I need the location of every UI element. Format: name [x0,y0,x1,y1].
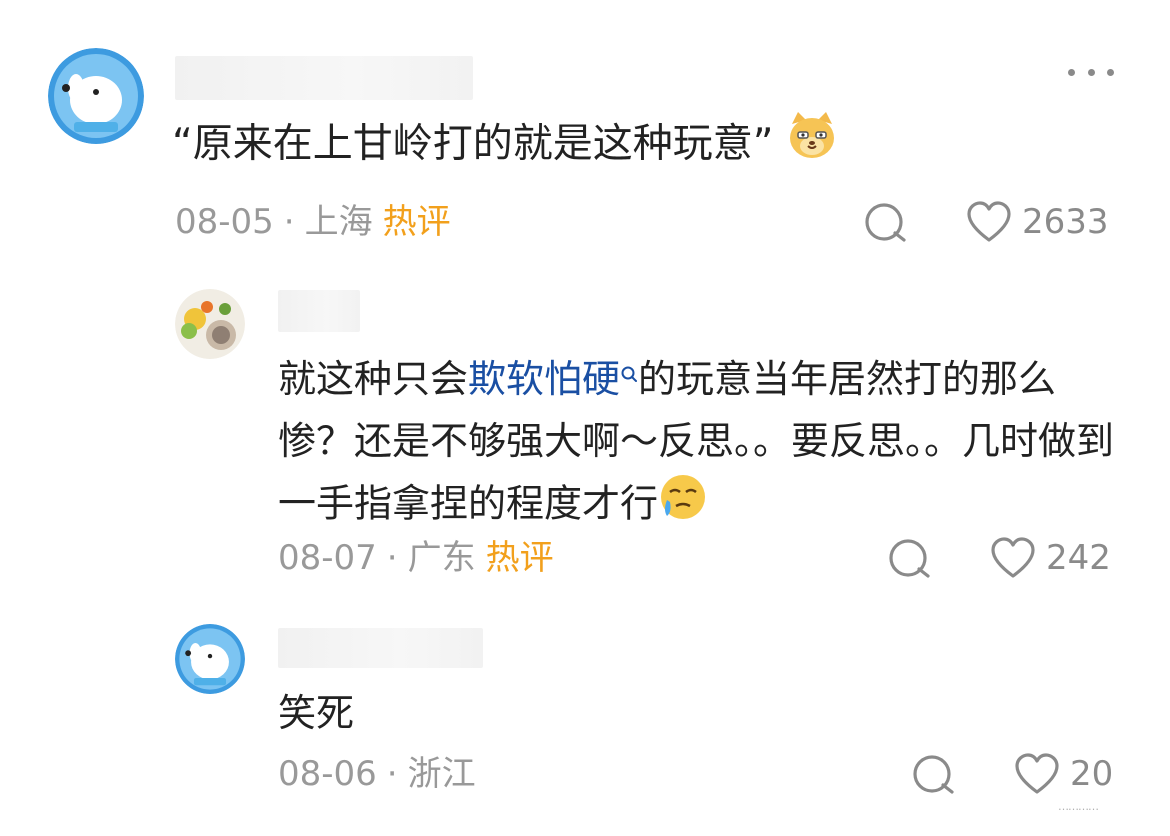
comment-location: 上海 [304,202,373,242]
reply-meta: 08-06 · 浙江 [278,752,476,796]
user-avatar[interactable] [48,48,144,144]
comment-bubble-icon[interactable] [862,200,908,246]
crying-face-emoji-icon [658,472,708,540]
reply-date: 08-06 [278,754,377,794]
hot-comment-badge: 热评 [485,538,554,578]
reply-username-redacted[interactable] [278,290,360,332]
username-redacted[interactable] [175,56,473,100]
reply-body-start: 就这种只会 [278,357,469,401]
meta-separator: · [386,538,398,578]
reply-text: 笑死 [278,691,355,735]
reply-avatar[interactable] [175,624,245,694]
reply-date: 08-07 [278,538,377,578]
heart-outline-icon[interactable] [1014,752,1060,798]
more-dots-icon[interactable] [1068,62,1114,82]
comment-bubble-icon[interactable] [910,752,956,798]
heart-outline-icon[interactable] [990,536,1036,582]
comment-date: 08-05 [175,202,274,242]
like-count: 20 [1070,754,1114,794]
watermark-dots: ………… [1058,800,1099,813]
comment-thread: “原来在上甘岭打的就是这种玩意” 08-05 · 上海 热评 2633 就这种只… [0,0,1170,836]
like-count: 242 [1046,538,1111,578]
comment-meta: 08-05 · 上海 热评 [175,200,451,244]
hot-comment-badge: 热评 [382,202,451,242]
reply-meta: 08-07 · 广东 热评 [278,536,554,580]
topic-link[interactable]: 欺软怕硬 [468,357,620,401]
reply-location: 广东 [407,538,476,578]
meta-separator: · [386,754,398,794]
comment-bubble-icon[interactable] [886,536,932,582]
heart-outline-icon[interactable] [966,200,1012,246]
meta-separator: · [283,202,295,242]
comment-body: “原来在上甘岭打的就是这种玩意” [172,120,774,167]
reply-location: 浙江 [407,754,476,794]
cat-face-emoji-icon [786,110,838,181]
comment-text: “原来在上甘岭打的就是这种玩意” [172,110,838,181]
reply-text: 就这种只会欺软怕硬 的玩意当年居然打的那么惨？还是不够强大啊～反思。。要反思。。几… [278,348,1128,540]
reply-username-redacted[interactable] [278,628,483,668]
like-count: 2633 [1022,202,1109,242]
search-icon [620,350,638,382]
reply-avatar[interactable] [175,289,245,359]
